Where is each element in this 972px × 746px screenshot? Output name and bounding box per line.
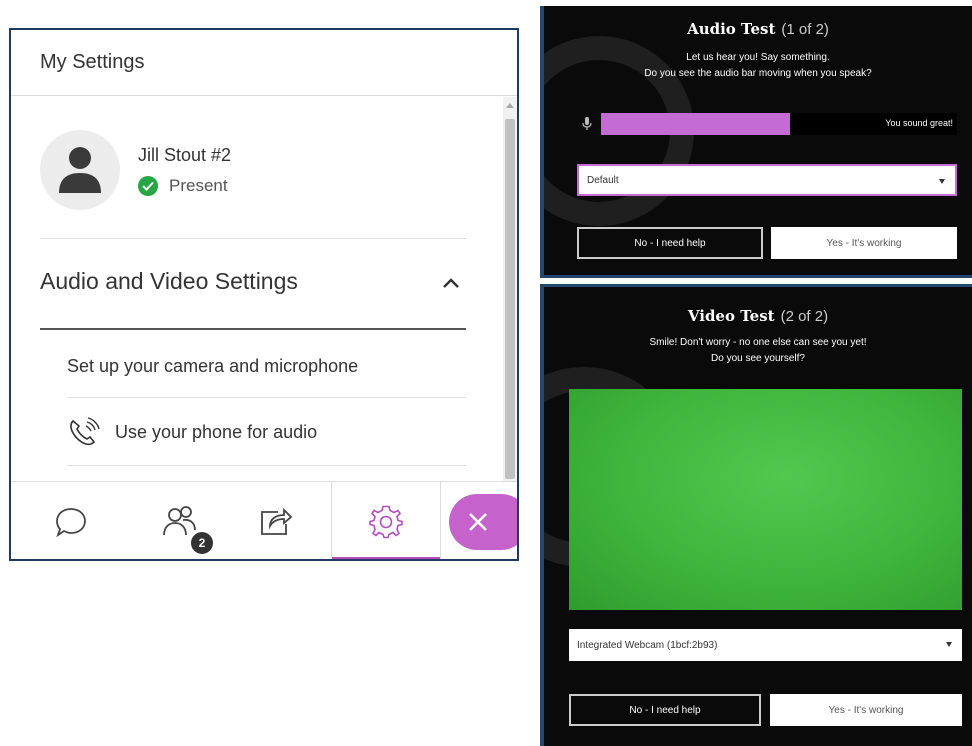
audio-test-line2: Do you see the audio bar moving when you… <box>644 68 872 79</box>
use-phone-audio-link[interactable]: Use your phone for audio <box>67 417 317 447</box>
presence-status: Present <box>138 175 231 196</box>
video-test-panel: Video Test (2 of 2) Smile! Don't worry - … <box>540 284 972 746</box>
close-icon <box>469 513 487 531</box>
user-silhouette-icon <box>59 147 101 193</box>
chevron-up-icon[interactable] <box>441 275 461 291</box>
user-profile: Jill Stout #2 Present <box>40 130 231 210</box>
bottom-tab-bar: 2 <box>11 481 517 559</box>
tab-settings[interactable] <box>331 482 441 559</box>
audio-test-title: Audio Test (1 of 2) <box>544 20 972 38</box>
audio-test-heading: Audio Test <box>687 20 776 38</box>
active-tab-indicator <box>332 557 440 559</box>
audio-test-step: (1 of 2) <box>781 21 829 38</box>
audio-yes-working-button[interactable]: Yes - It's working <box>771 227 957 259</box>
audio-no-help-button[interactable]: No - I need help <box>577 227 763 259</box>
audio-level-fill <box>601 113 790 135</box>
video-test-step: (2 of 2) <box>780 308 829 325</box>
avatar <box>40 130 120 210</box>
gear-icon <box>369 505 403 539</box>
settings-scroll-area: Jill Stout #2 Present Audio and Video Se… <box>11 97 505 481</box>
chevron-down-icon <box>946 642 952 647</box>
video-test-line1: Smile! Don't worry - no one else can see… <box>649 337 867 348</box>
audio-level-meter: You sound great! <box>601 113 957 135</box>
tab-participants[interactable]: 2 <box>131 482 231 559</box>
tab-share[interactable] <box>226 482 326 559</box>
divider <box>67 397 466 398</box>
microphone-icon <box>582 117 592 130</box>
scrollbar[interactable] <box>503 97 517 481</box>
camera-select-value: Integrated Webcam (1bcf:2b93) <box>577 639 718 651</box>
share-icon <box>261 507 293 535</box>
av-settings-heading[interactable]: Audio and Video Settings <box>40 268 298 295</box>
video-test-title: Video Test (2 of 2) <box>544 307 972 325</box>
use-phone-label: Use your phone for audio <box>115 421 318 442</box>
camera-select[interactable]: Integrated Webcam (1bcf:2b93) <box>569 629 962 661</box>
microphone-select-value: Default <box>587 174 619 186</box>
scroll-up-arrow-icon[interactable] <box>506 103 514 108</box>
divider <box>67 465 466 466</box>
check-icon <box>138 175 158 196</box>
phone-icon <box>70 417 100 446</box>
my-settings-panel: My Settings Jill Stout #2 Present Audio … <box>9 28 519 561</box>
tab-chat[interactable] <box>21 482 121 559</box>
divider <box>40 238 466 239</box>
user-name: Jill Stout #2 <box>138 144 232 165</box>
settings-title: My Settings <box>11 30 517 96</box>
participant-count-badge: 2 <box>191 532 213 554</box>
section-divider <box>40 328 466 330</box>
video-test-line2: Do you see yourself? <box>711 353 805 364</box>
chevron-down-icon <box>939 179 945 184</box>
video-yes-working-button[interactable]: Yes - It's working <box>770 694 962 726</box>
close-panel-button[interactable] <box>449 494 517 550</box>
video-test-heading: Video Test <box>687 307 775 325</box>
chat-bubble-icon <box>56 508 86 538</box>
setup-camera-mic-link[interactable]: Set up your camera and microphone <box>67 356 358 377</box>
camera-preview <box>569 389 962 610</box>
microphone-select[interactable]: Default <box>577 164 957 196</box>
scrollbar-thumb[interactable] <box>505 119 515 479</box>
video-no-help-button[interactable]: No - I need help <box>569 694 761 726</box>
presence-label: Present <box>169 175 228 195</box>
audio-test-line1: Let us hear you! Say something. <box>686 52 830 63</box>
audio-meter-status: You sound great! <box>885 118 953 128</box>
audio-test-panel: Audio Test (1 of 2) Let us hear you! Say … <box>540 6 972 278</box>
